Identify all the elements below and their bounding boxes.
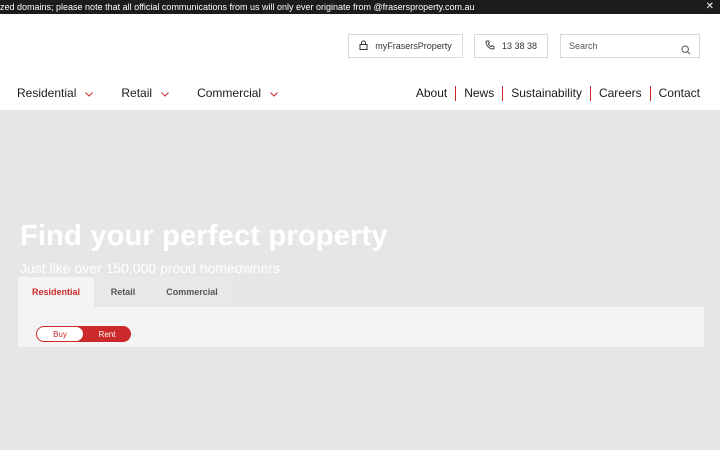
close-icon[interactable]: ✕ (706, 0, 714, 14)
my-frasers-property-label: myFrasersProperty (375, 41, 452, 51)
utility-bar: myFrasersProperty 13 38 38 (0, 34, 720, 58)
nav-retail[interactable]: Retail (121, 85, 169, 101)
nav-link-sustainability[interactable]: Sustainability (503, 85, 590, 101)
nav-link-news[interactable]: News (456, 85, 502, 101)
nav-link-contact[interactable]: Contact (651, 85, 700, 101)
buy-option[interactable]: Buy (37, 327, 83, 341)
phone-button[interactable]: 13 38 38 (474, 34, 548, 58)
buy-rent-toggle: Buy Rent (36, 326, 131, 342)
search-input[interactable] (569, 41, 673, 51)
nav-links: About News Sustainability Careers Contac… (416, 85, 700, 101)
nav-commercial[interactable]: Commercial (197, 85, 278, 101)
phone-icon (485, 40, 495, 52)
nav-link-careers[interactable]: Careers (591, 85, 650, 101)
search-box (560, 34, 700, 58)
nav-commercial-label: Commercial (197, 86, 262, 100)
main-navigation: Residential Retail Commercial About News… (0, 85, 720, 103)
nav-residential-label: Residential (17, 86, 77, 100)
hero-subtitle: Just like over 150,000 proud homeowners (20, 260, 280, 276)
hero-title: Find your perfect property (20, 220, 388, 252)
tab-retail[interactable]: Retail (95, 277, 151, 307)
nav-retail-label: Retail (121, 86, 153, 100)
lock-icon (359, 40, 368, 52)
tab-residential[interactable]: Residential (18, 277, 94, 307)
alert-bar: zed domains; please note that all offici… (0, 0, 720, 14)
nav-dropdowns: Residential Retail Commercial (17, 85, 306, 101)
phone-number: 13 38 38 (501, 41, 538, 51)
chevron-down-icon (85, 85, 94, 101)
alert-text: zed domains; please note that all offici… (0, 2, 475, 12)
nav-residential[interactable]: Residential (17, 85, 94, 101)
my-frasers-property-button[interactable]: myFrasersProperty (348, 34, 463, 58)
chevron-down-icon (161, 85, 169, 101)
chevron-down-icon (270, 85, 278, 101)
nav-link-about[interactable]: About (416, 85, 455, 101)
tab-commercial[interactable]: Commercial (152, 277, 232, 307)
search-icon[interactable] (681, 42, 691, 60)
rent-option[interactable]: Rent (84, 327, 130, 341)
